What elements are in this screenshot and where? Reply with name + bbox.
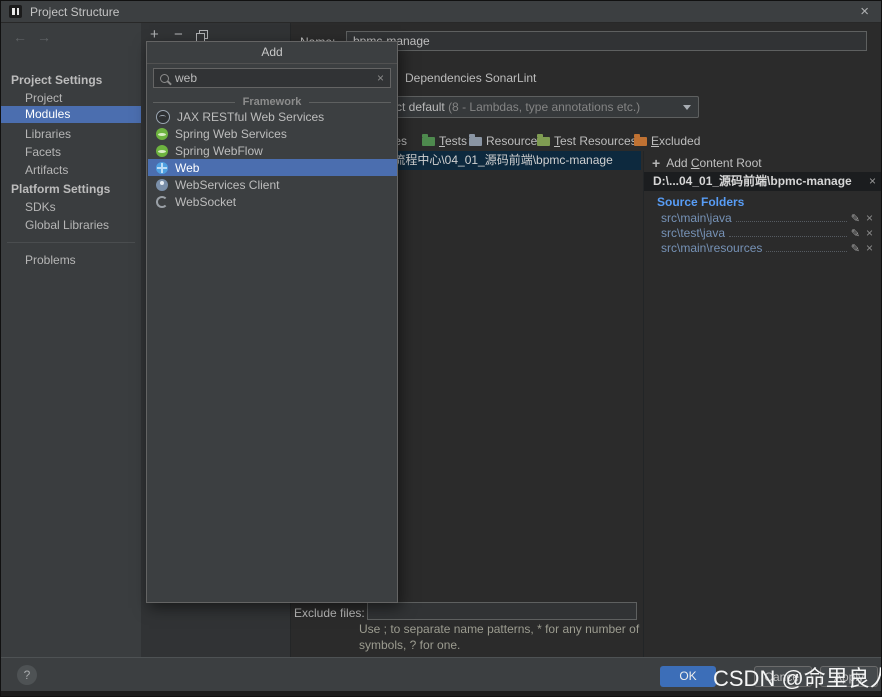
csdn-watermark: CSDN @命里良人 (713, 666, 882, 691)
search-value: web (175, 71, 198, 85)
language-level-select[interactable]: Project default (8 - Lambdas, type annot… (359, 96, 699, 118)
add-content-root-button[interactable]: + Add Content Root (652, 155, 762, 171)
framework-item-label: JAX RESTful Web Services (177, 109, 325, 124)
sidebar-item-libraries[interactable]: Libraries (25, 127, 71, 141)
back-icon[interactable]: ← (13, 29, 27, 45)
web-facet-icon (156, 161, 168, 174)
framework-item-label: WebSocket (175, 194, 237, 209)
chevron-down-icon (683, 105, 691, 110)
framework-item-websocket[interactable]: WebSocket (148, 193, 397, 210)
sidebar-item-global-libraries[interactable]: Global Libraries (25, 218, 109, 232)
intellij-logo-icon (9, 5, 22, 18)
ok-button[interactable]: OK (660, 666, 716, 687)
exclude-hint-line2: symbols, ? for one. (359, 638, 461, 652)
mark-tests-button[interactable]: Tests (422, 133, 467, 148)
sidebar-item-modules-label: Modules (25, 107, 71, 121)
plus-icon: + (652, 155, 661, 171)
framework-item-label: Spring Web Services (175, 126, 287, 141)
panel-splitter[interactable] (643, 151, 644, 657)
source-folder-path: src\main\resources (661, 241, 763, 255)
framework-item-label: Spring WebFlow (175, 143, 263, 158)
sidebar-item-modules[interactable]: Modules (1, 106, 141, 123)
clear-search-icon[interactable]: × (377, 71, 384, 85)
tab-dependencies[interactable]: Dependencies (405, 71, 482, 85)
content-root-header-row[interactable]: D:\...04_01_源码前端\bpmc-manage × (644, 172, 881, 191)
framework-item-webservices-client[interactable]: WebServices Client (148, 176, 397, 193)
popup-title: Add (147, 42, 397, 64)
delete-icon[interactable]: × (866, 226, 873, 240)
dotted-leader (766, 251, 847, 252)
sidebar-divider (7, 242, 135, 243)
project-structure-dialog: Project Structure × ← → Project Settings… (0, 0, 882, 697)
language-level-suffix: (8 - Lambdas, type annotations etc.) (448, 100, 641, 114)
framework-group-separator: Framework (153, 96, 391, 108)
add-module-icon[interactable]: + (150, 27, 159, 42)
dotted-leader (735, 221, 847, 222)
mark-excluded-label: Excluded (651, 133, 701, 148)
framework-item-spring-webflow[interactable]: Spring WebFlow (148, 142, 397, 159)
help-button[interactable]: ? (17, 665, 37, 685)
source-folders-header: Source Folders (657, 195, 745, 209)
framework-search-input[interactable]: web × (153, 68, 391, 88)
tests-folder-icon (422, 134, 435, 146)
add-content-root-label: Add Content Root (666, 156, 762, 170)
framework-item-web-selected[interactable]: Web (148, 159, 397, 176)
mark-tests-label: Tests (439, 133, 468, 148)
spring-icon (156, 127, 168, 140)
add-framework-popup: Add web × Framework JAX RESTful Web Serv… (146, 41, 398, 603)
source-folder-row[interactable]: src\test\java ✎ × (661, 225, 873, 240)
framework-group-label: Framework (242, 96, 302, 108)
dotted-leader (729, 236, 847, 237)
exclude-files-input[interactable] (367, 602, 637, 620)
websocket-icon (156, 195, 168, 208)
sidebar-item-problems[interactable]: Problems (25, 253, 76, 267)
mark-test-resources-button[interactable]: Test Resources (537, 133, 637, 148)
project-settings-header: Project Settings (11, 73, 103, 87)
sidebar-item-project[interactable]: Project (25, 91, 62, 105)
sidebar-item-artifacts[interactable]: Artifacts (25, 163, 68, 177)
edit-icon[interactable]: ✎ (851, 227, 860, 240)
edit-icon[interactable]: ✎ (851, 212, 860, 225)
mark-resources-label: Resources (486, 133, 544, 148)
framework-item-label: Web (175, 160, 200, 175)
source-folder-path: src\test\java (661, 226, 726, 240)
forward-icon[interactable]: → (37, 29, 51, 45)
remove-module-icon[interactable]: − (174, 27, 183, 42)
remove-content-root-icon[interactable]: × (869, 172, 876, 191)
sidebar-item-facets[interactable]: Facets (25, 145, 61, 159)
search-icon (160, 73, 169, 83)
mark-test-resources-label: Test Resources (554, 133, 637, 148)
content-root-path: D:\...04_01_源码前端\bpmc-manage (653, 174, 852, 188)
settings-sidebar: ← → Project Settings Project Modules Lib… (1, 23, 141, 657)
platform-settings-header: Platform Settings (11, 182, 111, 196)
source-folder-row[interactable]: src\main\resources ✎ × (661, 240, 873, 255)
resources-folder-icon (469, 134, 482, 146)
jax-rs-icon (156, 109, 170, 124)
source-folder-path: src\main\java (661, 211, 732, 225)
test-resources-folder-icon (537, 134, 550, 146)
mark-excluded-button[interactable]: Excluded (634, 133, 700, 148)
close-icon[interactable]: × (860, 3, 869, 20)
delete-icon[interactable]: × (866, 211, 873, 225)
sidebar-item-sdks[interactable]: SDKs (25, 200, 56, 214)
mark-resources-button[interactable]: Resources (469, 133, 543, 148)
framework-item-label: WebServices Client (175, 177, 280, 192)
source-folder-row[interactable]: src\main\java ✎ × (661, 210, 873, 225)
webservices-client-icon (156, 178, 168, 191)
framework-item-spring-web-services[interactable]: Spring Web Services (148, 125, 397, 142)
dialog-footer: ? OK Cancel Apply CSDN @命里良人 (1, 657, 882, 691)
delete-icon[interactable]: × (866, 241, 873, 255)
spring-icon (156, 144, 168, 157)
excluded-folder-icon (634, 134, 647, 146)
exclude-files-label: Exclude files: (294, 606, 365, 620)
module-name-input[interactable]: bpmc-manage (346, 31, 867, 51)
edit-icon[interactable]: ✎ (851, 242, 860, 255)
titlebar: Project Structure × (1, 1, 881, 23)
exclude-hint-line1: Use ; to separate name patterns, * for a… (359, 622, 640, 636)
tab-sonarlint[interactable]: SonarLint (485, 71, 536, 85)
framework-item-jax-restful[interactable]: JAX RESTful Web Services (148, 108, 397, 125)
window-title: Project Structure (30, 4, 120, 19)
